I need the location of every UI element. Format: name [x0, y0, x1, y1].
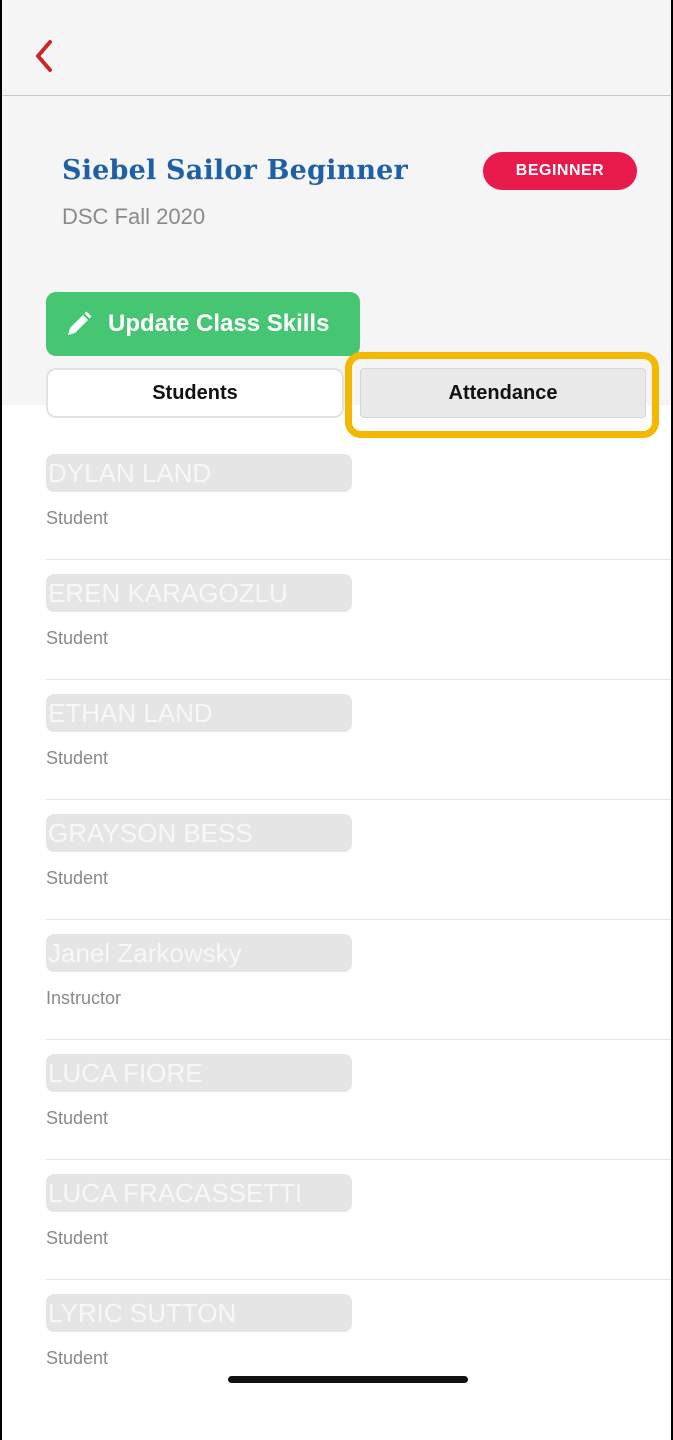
pencil-icon: [68, 311, 92, 335]
update-class-skills-label: Update Class Skills: [108, 310, 330, 337]
list-item[interactable]: EREN KARAGOZLU Student: [46, 560, 673, 680]
person-name: LYRIC SUTTON: [46, 1294, 352, 1332]
person-name: Janel Zarkowsky: [46, 934, 352, 972]
roster-list: DYLAN LAND Student EREN KARAGOZLU Studen…: [0, 440, 673, 1399]
tab-attendance[interactable]: Attendance: [360, 368, 646, 418]
navigation-bar: [0, 0, 673, 96]
person-name: LUCA FIORE: [46, 1054, 352, 1092]
person-role: Student: [46, 748, 109, 768]
person-role: Student: [46, 1228, 109, 1248]
person-role: Instructor: [46, 988, 122, 1008]
class-header: [0, 96, 673, 405]
class-season: DSC Fall 2020: [62, 204, 206, 229]
person-name: LUCA FRACASSETTI: [46, 1174, 352, 1212]
list-item[interactable]: LUCA FIORE Student: [46, 1040, 673, 1160]
person-name: EREN KARAGOZLU: [46, 574, 352, 612]
person-role: Student: [46, 868, 109, 888]
person-name: GRAYSON BESS: [46, 814, 352, 852]
segmented-tabs: Students Attendance: [46, 368, 646, 420]
person-role: Student: [46, 1108, 109, 1128]
tab-attendance-label: Attendance: [448, 381, 558, 404]
person-role: Student: [46, 628, 109, 648]
person-role: Student: [46, 1348, 109, 1368]
tab-students[interactable]: Students: [46, 368, 344, 418]
chevron-left-icon[interactable]: [28, 36, 62, 76]
list-item[interactable]: DYLAN LAND Student: [46, 440, 673, 560]
person-name: ETHAN LAND: [46, 694, 352, 732]
list-item[interactable]: ETHAN LAND Student: [46, 680, 673, 800]
person-name: DYLAN LAND: [46, 454, 352, 492]
class-title: Siebel Sailor Beginner: [62, 155, 408, 186]
update-class-skills-button[interactable]: Update Class Skills: [46, 292, 360, 356]
level-badge: BEGINNER: [483, 152, 637, 190]
list-item[interactable]: GRAYSON BESS Student: [46, 800, 673, 920]
home-indicator: [228, 1376, 468, 1383]
tab-students-label: Students: [152, 381, 238, 404]
list-item[interactable]: LUCA FRACASSETTI Student: [46, 1160, 673, 1280]
list-item[interactable]: Janel Zarkowsky Instructor: [46, 920, 673, 1040]
person-role: Student: [46, 508, 109, 528]
